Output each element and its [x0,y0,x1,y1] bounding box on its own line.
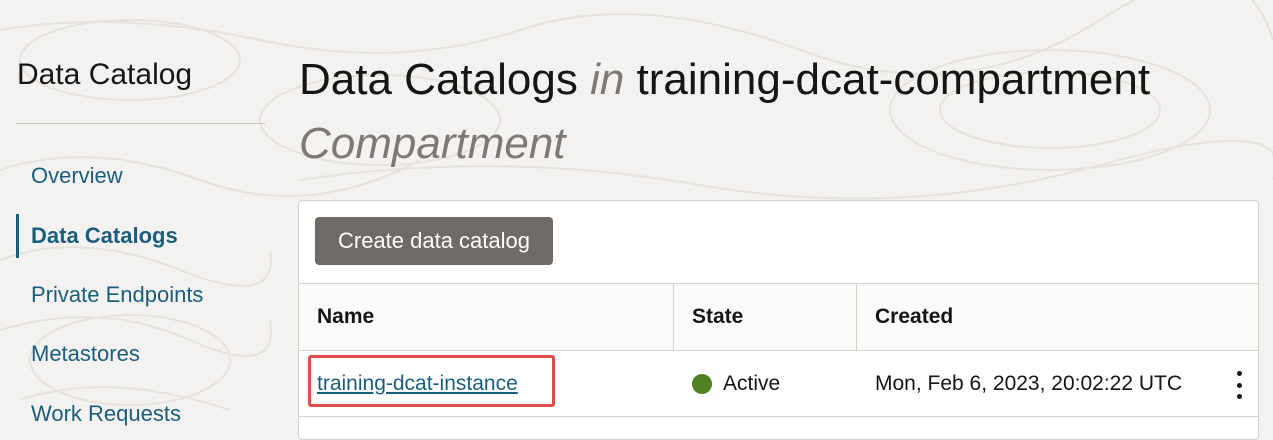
sidebar-item-work-requests[interactable]: Work Requests [16,392,266,436]
column-header-state[interactable]: State [674,284,857,350]
sidebar-item-data-catalogs[interactable]: Data Catalogs [16,214,266,258]
compartment-suffix: Compartment [299,119,566,168]
sidebar-divider [16,123,265,124]
table-row: training-dcat-instance Active Mon, Feb 6… [299,351,1258,417]
data-catalogs-panel: Create data catalog Name State Created t… [298,200,1259,440]
sidebar: Data Catalog Overview Data Catalogs Priv… [0,0,268,428]
compartment-name: training-dcat-compartment [636,55,1151,104]
page-title-prefix: Data Catalogs [299,55,578,104]
cell-created: Mon, Feb 6, 2023, 20:02:22 UTC [875,372,1183,395]
column-header-created[interactable]: Created [857,284,1258,350]
page-title-in: in [590,55,625,104]
data-catalog-link[interactable]: training-dcat-instance [317,372,518,396]
table-header: Name State Created [299,283,1258,351]
status-dot-icon [692,374,712,394]
sidebar-item-private-endpoints[interactable]: Private Endpoints [16,273,266,317]
create-data-catalog-button[interactable]: Create data catalog [315,217,553,265]
state-label: Active [723,372,781,395]
cell-state: Active [692,351,857,417]
column-header-name[interactable]: Name [299,284,674,350]
sidebar-title: Data Catalog [17,58,193,91]
kebab-menu-icon[interactable] [1229,371,1249,399]
page-title: Data Catalogs in training-dcat-compartme… [299,48,1259,176]
cell-name: training-dcat-instance [317,351,674,417]
sidebar-item-metastores[interactable]: Metastores [16,332,266,376]
sidebar-item-overview[interactable]: Overview [16,154,266,198]
